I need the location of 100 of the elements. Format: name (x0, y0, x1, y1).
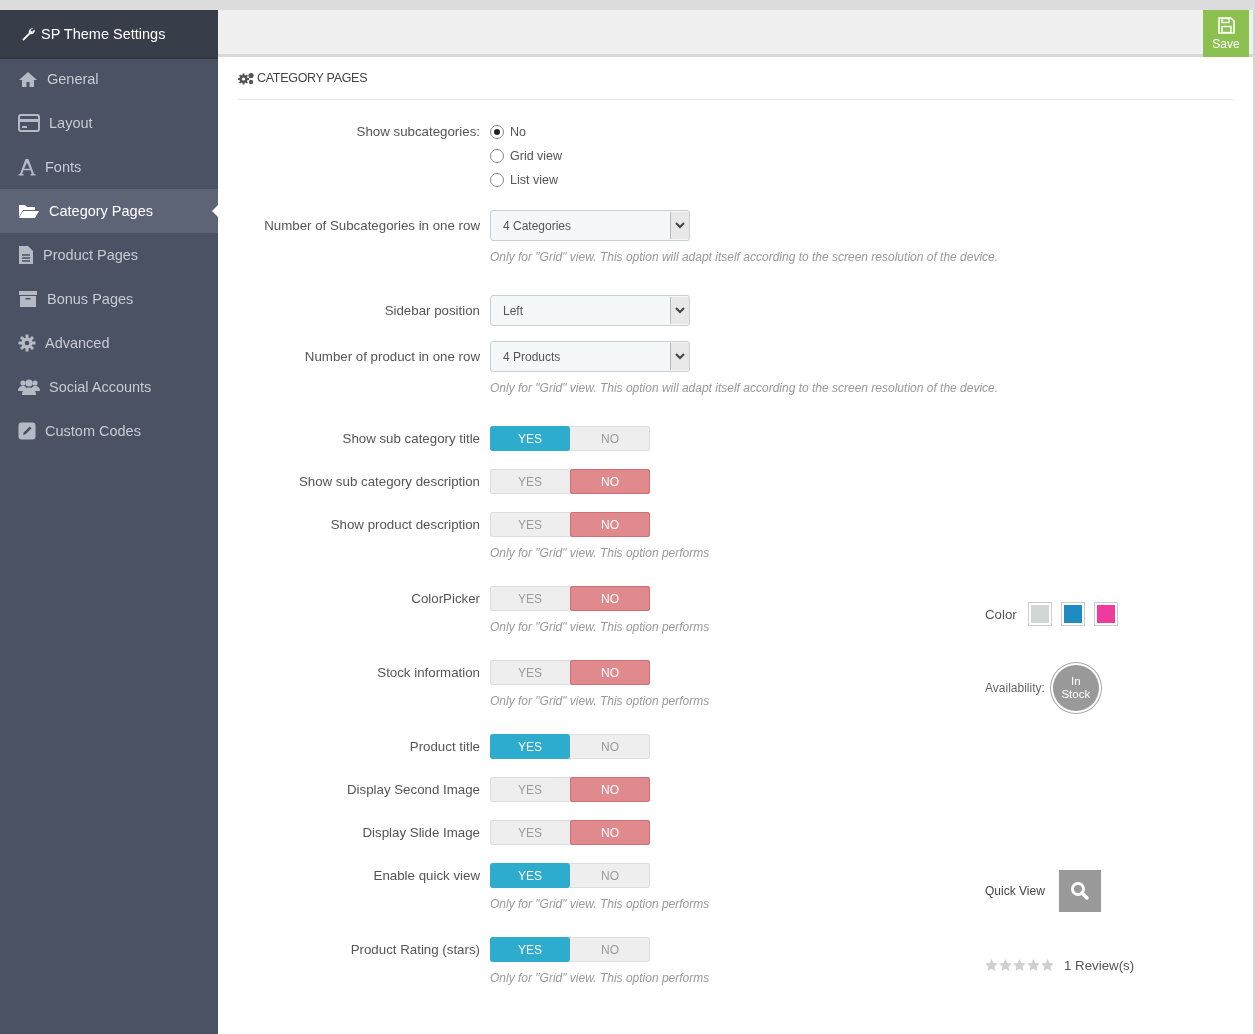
yes-no-switch[interactable]: YES NO (490, 426, 650, 451)
chevron-down-icon (670, 343, 689, 370)
no-option[interactable]: NO (570, 469, 650, 494)
yes-no-switch[interactable]: YES NO (490, 469, 650, 494)
field-label: Show sub category title (341, 430, 480, 448)
yes-no-switch[interactable]: YES NO (490, 512, 650, 537)
folder-icon (18, 203, 40, 219)
yes-option[interactable]: YES (490, 660, 570, 685)
box-icon (18, 290, 38, 308)
yes-option[interactable]: YES (490, 863, 570, 888)
field-label: Product title (408, 738, 480, 756)
help-text: Only for "Grid" view. This option performs (490, 897, 710, 911)
sidebar-title: SP Theme Settings (41, 25, 166, 42)
radio-label: Grid view (510, 149, 563, 163)
document-icon (18, 245, 34, 265)
color-label: Color (985, 606, 1017, 622)
radio-button[interactable] (490, 125, 504, 139)
field-label: Product Rating (stars) (349, 941, 480, 959)
color-swatch[interactable] (1060, 602, 1085, 626)
field-label: Stock information (376, 664, 480, 682)
no-option[interactable]: NO (570, 777, 650, 802)
chevron-down-icon (670, 212, 689, 239)
sidebar-item[interactable]: Bonus Pages (0, 277, 218, 321)
radio-button[interactable] (490, 173, 504, 187)
letter-icon (18, 158, 36, 176)
sidebar-item[interactable]: Advanced (0, 321, 218, 365)
no-option[interactable]: NO (570, 863, 650, 888)
no-option[interactable]: NO (570, 512, 650, 537)
color-swatch[interactable] (1093, 602, 1118, 626)
yes-no-switch[interactable]: YES NO (490, 660, 650, 685)
chevron-down-icon (670, 297, 689, 324)
sidebar-item[interactable]: Category Pages (0, 189, 218, 233)
no-option[interactable]: NO (570, 734, 650, 759)
help-text: Only for "Grid" view. This option will adapt itself according to the screen resolution of the device. (490, 381, 999, 395)
search-icon (1069, 881, 1090, 901)
field-label: Show sub category description (297, 473, 480, 491)
field-label: Number of Subcategories in one row (263, 217, 480, 235)
dropdown[interactable]: Left (490, 295, 690, 326)
save-icon (1217, 16, 1235, 34)
field-label: Display Second Image (345, 781, 480, 799)
yes-no-switch[interactable]: YES NO (490, 777, 650, 802)
radio-label: List view (510, 173, 558, 187)
help-text: Only for "Grid" view. This option performs (490, 694, 710, 708)
radio-button[interactable] (490, 149, 504, 163)
field-label: Enable quick view (372, 867, 480, 885)
active-pointer-icon (212, 205, 218, 217)
yes-no-switch[interactable]: YES NO (490, 937, 650, 962)
yes-option[interactable]: YES (490, 937, 570, 962)
quick-view-button[interactable] (1058, 870, 1101, 912)
field-label: ColorPicker (410, 590, 480, 608)
field-label: Display Slide Image (361, 824, 480, 842)
stock-badge: In Stock (1052, 665, 1099, 711)
availability-label: Availability: (985, 681, 1045, 695)
settings-icon (18, 334, 36, 352)
no-option[interactable]: NO (570, 820, 650, 845)
help-text: Only for "Grid" view. This option performs (490, 546, 710, 560)
no-option[interactable]: NO (570, 660, 650, 685)
radio-label: No (510, 125, 526, 139)
yes-option[interactable]: YES (490, 426, 570, 451)
yes-option[interactable]: YES (490, 734, 570, 759)
yes-no-switch[interactable]: YES NO (490, 863, 650, 888)
sidebar-item[interactable]: Fonts (0, 145, 218, 189)
card-icon (18, 114, 40, 132)
field-label: Show product description (329, 516, 480, 534)
panel-title: CATEGORY PAGES (257, 71, 368, 85)
sidebar-item[interactable]: Custom Codes (0, 409, 218, 453)
star-icon (985, 959, 998, 971)
field-label: Sidebar position (383, 302, 480, 320)
yes-option[interactable]: YES (490, 586, 570, 611)
color-swatch[interactable] (1027, 602, 1052, 626)
save-button[interactable]: Save (1203, 10, 1249, 57)
sidebar-item[interactable]: General (0, 57, 218, 101)
yes-no-switch[interactable]: YES NO (490, 734, 650, 759)
star-icon (1027, 959, 1040, 971)
sidebar-item[interactable]: Layout (0, 101, 218, 145)
dropdown[interactable]: 4 Categories (490, 210, 690, 241)
gears-icon (238, 71, 254, 85)
sidebar-item[interactable]: Product Pages (0, 233, 218, 277)
help-text: Only for "Grid" view. This option will adapt itself according to the screen resolution of the device. (490, 250, 999, 264)
no-option[interactable]: NO (570, 426, 650, 451)
yes-no-switch[interactable]: YES NO (490, 586, 650, 611)
star-icon (999, 959, 1012, 971)
dropdown[interactable]: 4 Products (490, 341, 690, 372)
no-option[interactable]: NO (570, 586, 650, 611)
yes-option[interactable]: YES (490, 469, 570, 494)
pencil-square-icon (18, 422, 36, 440)
yes-option[interactable]: YES (490, 512, 570, 537)
users-icon (18, 378, 40, 396)
quick-view-label: Quick View (985, 884, 1045, 898)
yes-option[interactable]: YES (490, 820, 570, 845)
field-label: Show subcategories: (355, 123, 480, 139)
yes-no-switch[interactable]: YES NO (490, 820, 650, 845)
yes-option[interactable]: YES (490, 777, 570, 802)
star-icon (1041, 959, 1054, 971)
star-icon (1013, 959, 1026, 971)
no-option[interactable]: NO (570, 937, 650, 962)
wrench-icon (21, 26, 35, 41)
sidebar-item[interactable]: Social Accounts (0, 365, 218, 409)
help-text: Only for "Grid" view. This option performs (490, 971, 710, 985)
review-count: 1 Review(s) (1064, 957, 1135, 973)
